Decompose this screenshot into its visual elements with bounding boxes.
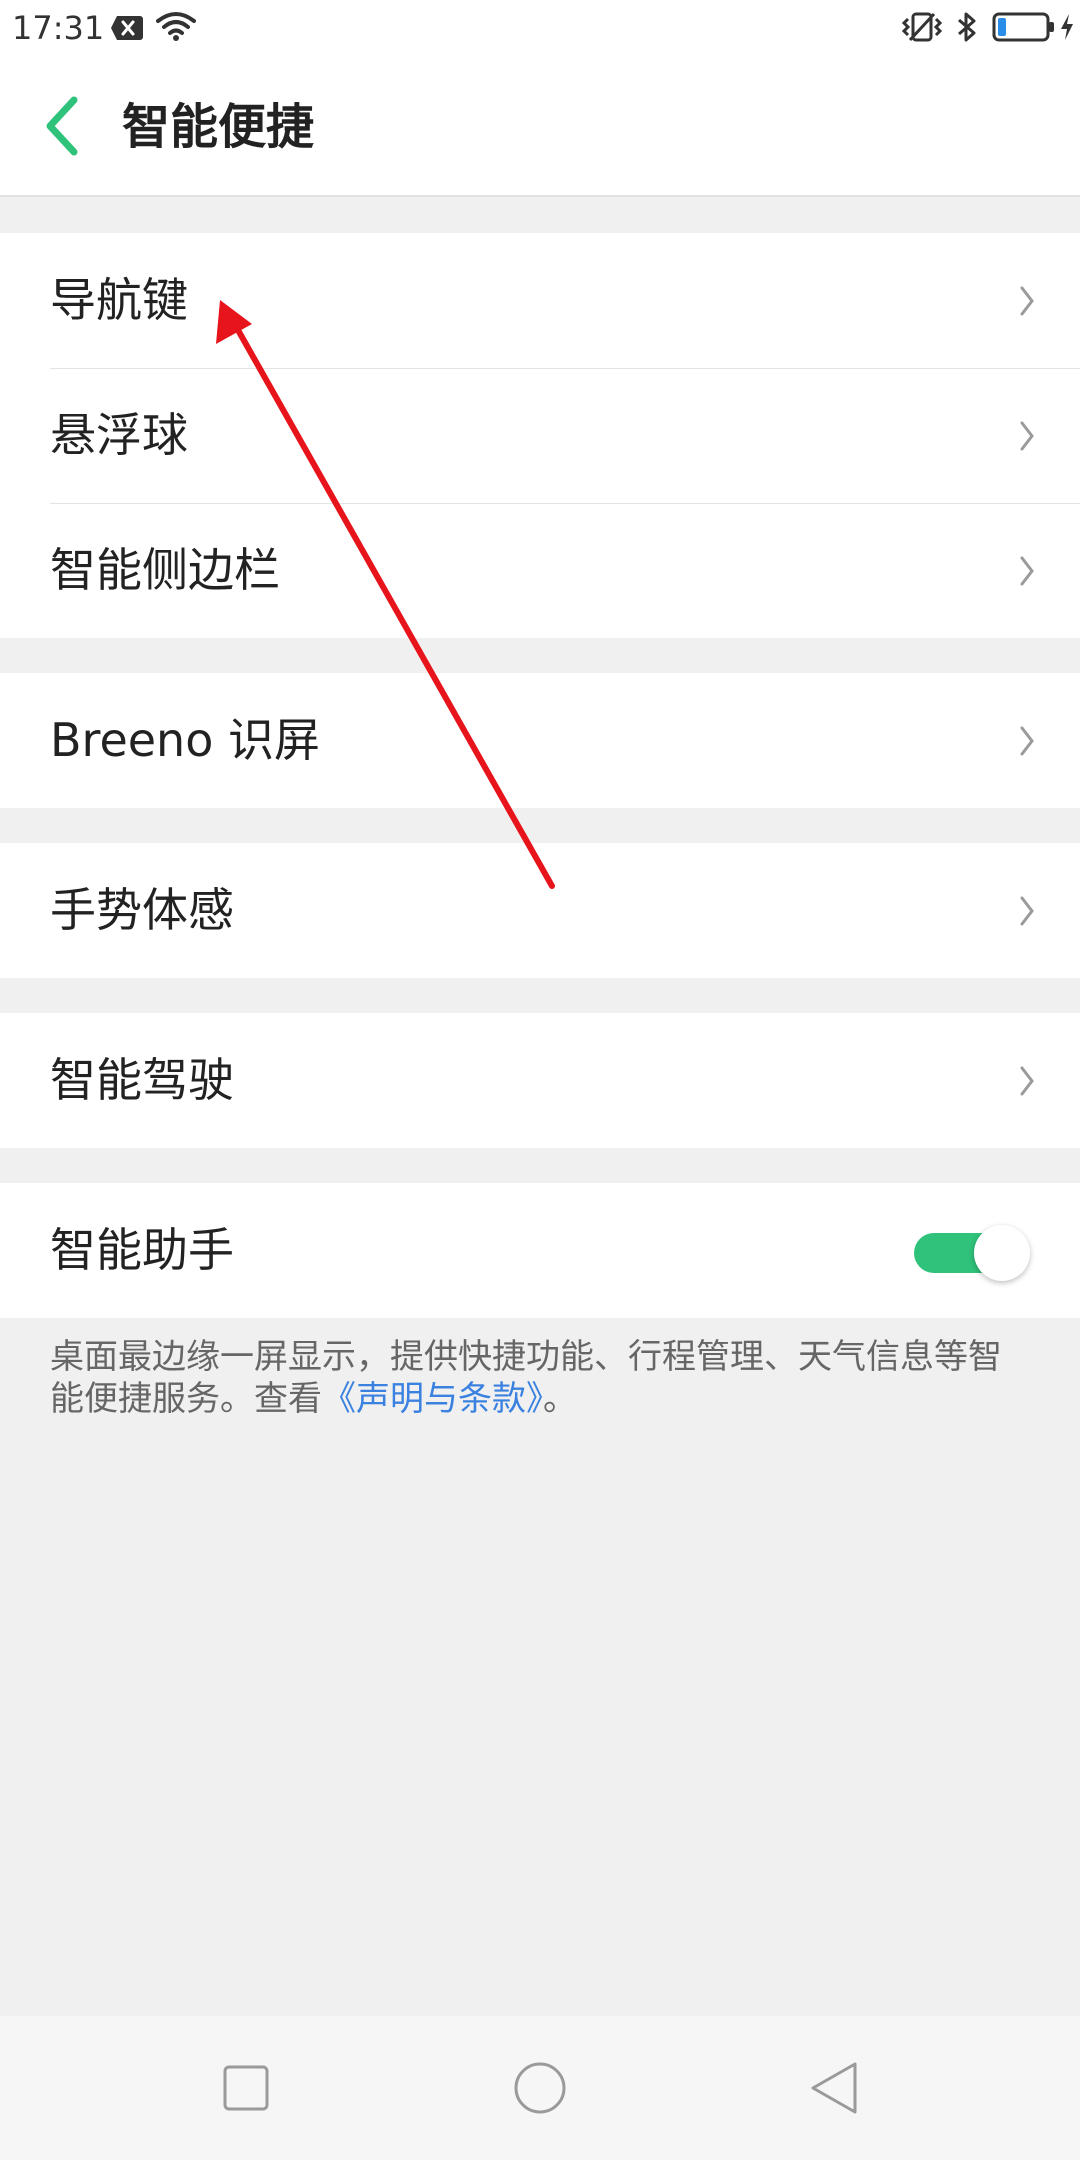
vibrate-icon <box>901 12 943 42</box>
chevron-right-icon <box>1020 1066 1034 1096</box>
list-item-breeno-screen[interactable]: Breeno 识屏 <box>0 673 1080 808</box>
list-item-label: 手势体感 <box>50 883 234 937</box>
list-item-smart-sidebar[interactable]: 智能侧边栏 <box>0 503 1080 638</box>
description-suffix: 。 <box>543 1379 577 1419</box>
settings-group-assistant: 智能助手 <box>0 1183 1080 1318</box>
status-time: 17:31 <box>12 9 105 47</box>
row-divider <box>50 368 1080 369</box>
list-item-gestures-motions[interactable]: 手势体感 <box>0 843 1080 978</box>
status-bar: 17:31 <box>0 0 1080 56</box>
settings-group-gestures: 手势体感 <box>0 843 1080 978</box>
list-item-label: 智能侧边栏 <box>50 543 280 597</box>
list-item-navigation-keys[interactable]: 导航键 <box>0 233 1080 368</box>
battery-icon <box>992 12 1054 42</box>
toggle-knob <box>974 1225 1030 1281</box>
smart-assistant-toggle[interactable] <box>914 1225 1032 1281</box>
chevron-right-icon <box>1020 421 1034 451</box>
chevron-right-icon <box>1020 556 1034 586</box>
settings-group-navigation: 导航键 悬浮球 智能侧边栏 <box>0 233 1080 638</box>
chevron-right-icon <box>1020 896 1034 926</box>
assistant-description: 桌面最边缘一屏显示，提供快捷功能、行程管理、天气信息等智能便捷服务。查看《声明与… <box>50 1336 1035 1420</box>
back-chevron-icon[interactable] <box>30 86 90 166</box>
sim-off-icon <box>111 16 143 40</box>
chevron-right-icon <box>1020 286 1034 316</box>
system-nav-bar <box>0 2016 1080 2160</box>
app-header: 智能便捷 <box>0 56 1080 197</box>
list-item-label: 导航键 <box>50 273 188 327</box>
terms-link[interactable]: 《声明与条款》 <box>322 1379 543 1419</box>
settings-group-breeno: Breeno 识屏 <box>0 673 1080 808</box>
list-item-floating-ball[interactable]: 悬浮球 <box>0 368 1080 503</box>
list-item-label: Breeno 识屏 <box>50 713 320 767</box>
list-item-smart-driving[interactable]: 智能驾驶 <box>0 1013 1080 1148</box>
page-title: 智能便捷 <box>122 99 315 155</box>
settings-group-driving: 智能驾驶 <box>0 1013 1080 1148</box>
list-item-label: 智能驾驶 <box>50 1053 234 1107</box>
charging-icon <box>1061 14 1073 40</box>
bluetooth-icon <box>958 12 976 42</box>
home-icon[interactable] <box>510 2058 570 2118</box>
wifi-icon <box>156 12 196 41</box>
list-item-label: 智能助手 <box>50 1223 234 1277</box>
back-icon[interactable] <box>805 2058 865 2118</box>
chevron-right-icon <box>1020 726 1034 756</box>
list-item-smart-assistant: 智能助手 <box>0 1183 1080 1318</box>
list-item-label: 悬浮球 <box>50 408 188 462</box>
recent-apps-icon[interactable] <box>216 2058 276 2118</box>
